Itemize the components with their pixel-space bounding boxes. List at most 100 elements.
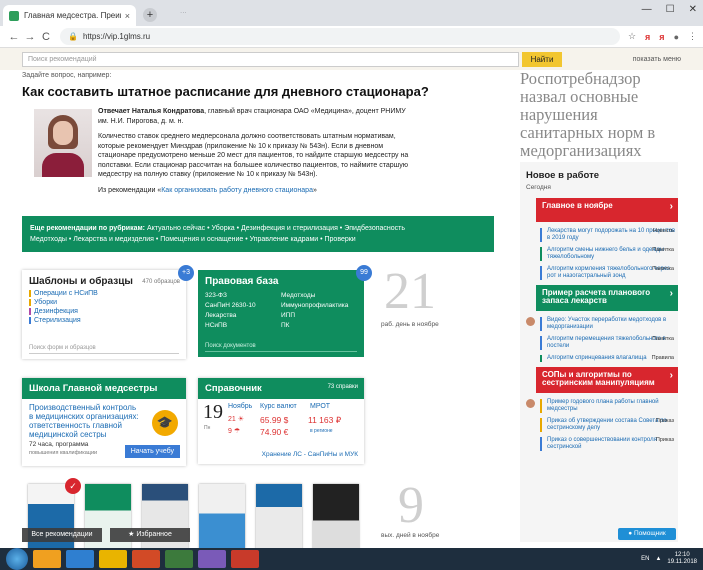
- magazine-cover[interactable]: [313, 484, 359, 550]
- template-item[interactable]: Стерилизация: [29, 317, 179, 324]
- clock[interactable]: 12:10 19.11.2018: [667, 552, 697, 566]
- chevron-right-icon: ›: [669, 370, 673, 381]
- rubrics-line-2[interactable]: Медотходы • Лекарства и медизделия • Пом…: [30, 236, 356, 243]
- blurred-tab-strip: ...: [180, 6, 187, 15]
- taskbar-app-icon[interactable]: [198, 550, 226, 568]
- bookmark-star-icon[interactable]: ☆: [628, 31, 636, 42]
- magazine-cover[interactable]: [256, 484, 302, 550]
- news-item[interactable]: Алгоритм смены нижнего белья и одежды тя…: [540, 247, 678, 261]
- extensions-area: ☆ я я ● ⋮: [628, 31, 697, 42]
- taskbar-ie-icon[interactable]: [66, 550, 94, 568]
- school-card[interactable]: Школа Главной медсестры Производственный…: [22, 378, 186, 466]
- magazine-cover[interactable]: [199, 484, 245, 550]
- law-item[interactable]: СанПиН 2630-10: [205, 302, 281, 309]
- favorites-button[interactable]: ★ Избранное: [110, 528, 190, 542]
- news-item[interactable]: Пример годового плана работы главной мед…: [526, 399, 678, 413]
- news-item[interactable]: Алгоритм перемещения тяжелобольного в по…: [540, 336, 678, 350]
- new-tab-button[interactable]: +: [143, 8, 157, 22]
- taskbar-chrome-icon[interactable]: [33, 550, 61, 568]
- taskbar-media-icon[interactable]: [132, 550, 160, 568]
- back-icon[interactable]: ←: [6, 31, 22, 43]
- windows-start-icon[interactable]: [6, 548, 28, 570]
- reference-card[interactable]: Справочник 73 справки 19 Пн Ноябрь 21 ☀ …: [198, 378, 364, 464]
- news-item[interactable]: Лекарства могут подорожать на 10 процент…: [540, 228, 678, 242]
- mrot-region-link[interactable]: в регионе: [310, 428, 333, 434]
- tab-title: Главная медсестра. Преимуществ: [24, 11, 121, 20]
- mrot-label[interactable]: МРОТ: [310, 403, 330, 410]
- chevron-right-icon: ›: [669, 288, 673, 299]
- law-item[interactable]: ИПП: [281, 312, 357, 319]
- address-bar: ← → C 🔒 https://vip.1glms.ru ☆ я я ● ⋮: [0, 26, 703, 48]
- featured-headline[interactable]: Роспотребнадзор назвал основные нарушени…: [520, 70, 680, 160]
- law-base-card[interactable]: Правовая база 323-ФЗ Медотходы СанПиН 26…: [198, 270, 364, 357]
- author-avatar: [526, 317, 535, 326]
- minimize-icon[interactable]: —: [642, 4, 652, 15]
- reference-link[interactable]: Хранение ЛС - СанПиНы и МУК: [262, 451, 358, 458]
- show-menu-link[interactable]: показать меню: [633, 56, 681, 63]
- law-item[interactable]: ПК: [281, 322, 357, 329]
- news-item[interactable]: Приказ о совершенствовании контроля сест…: [540, 437, 678, 451]
- rubrics-label: Еще рекомендации по рубрикам:: [30, 225, 146, 232]
- answer-body: Количество ставок среднего медперсонала …: [98, 133, 409, 178]
- window-controls: — ☐ ✕: [642, 4, 697, 15]
- template-item[interactable]: Уборки: [29, 299, 179, 306]
- main-in-november-banner[interactable]: Главное в ноябре ›: [536, 198, 678, 222]
- news-item[interactable]: Видео: Участок переработки медотходов в …: [526, 317, 678, 331]
- assistant-button[interactable]: ● Помощник: [618, 528, 676, 540]
- network-icon[interactable]: ▲: [655, 556, 661, 562]
- taskbar-app-icon[interactable]: [165, 550, 193, 568]
- window-close-icon[interactable]: ✕: [689, 4, 697, 15]
- law-item[interactable]: Иммунопрофилактика: [281, 302, 357, 309]
- url-field[interactable]: 🔒 https://vip.1glms.ru: [60, 28, 620, 45]
- templates-new-badge: +3: [178, 265, 194, 281]
- main-question-section: Задайте вопрос, например: Как составить …: [22, 70, 494, 252]
- yandex-extension-icon[interactable]: я: [645, 32, 650, 42]
- profile-icon[interactable]: ●: [674, 32, 679, 42]
- stock-calculation-banner[interactable]: Пример расчета планового запаса лекарств…: [536, 285, 678, 311]
- reload-icon[interactable]: C: [38, 31, 54, 43]
- taskbar-explorer-icon[interactable]: [99, 550, 127, 568]
- school-title[interactable]: Школа Главной медсестры: [22, 378, 186, 399]
- news-item[interactable]: Алгоритм кормления тяжелобольного через …: [540, 266, 678, 280]
- question-title[interactable]: Как составить штатное расписание для дне…: [22, 84, 494, 99]
- site-favicon-icon: [9, 10, 19, 21]
- forward-icon[interactable]: →: [22, 31, 38, 43]
- author-photo: [34, 109, 92, 177]
- templates-card[interactable]: Шаблоны и образцы 470 образцов Операции …: [22, 270, 186, 359]
- start-learning-button[interactable]: Начать учебу: [124, 445, 180, 458]
- mrot-value: 11 163 ₽: [308, 415, 342, 425]
- browser-tab[interactable]: Главная медсестра. Преимуществ ×: [3, 5, 136, 26]
- taskbar-app-icon[interactable]: [231, 550, 259, 568]
- language-indicator[interactable]: EN: [641, 556, 649, 562]
- banner-label: СОПы и алгоритмы по сестринским манипуля…: [542, 370, 655, 387]
- news-today-label: Сегодня: [526, 184, 551, 191]
- law-item[interactable]: 323-ФЗ: [205, 292, 281, 299]
- documents-search-input[interactable]: Поиск документов: [205, 343, 357, 352]
- law-item[interactable]: Медотходы: [281, 292, 357, 299]
- template-item[interactable]: Дезинфекция: [29, 308, 179, 315]
- browser-tab-bar: Главная медсестра. Преимуществ × + ... —…: [0, 0, 703, 26]
- law-item[interactable]: НСиПВ: [205, 322, 281, 329]
- school-course-description[interactable]: Производственный контроль в медицинских …: [22, 399, 147, 439]
- template-item[interactable]: Операции с НСиПВ: [29, 290, 179, 297]
- rubrics-line-1[interactable]: Актуально сейчас • Уборка • Дезинфекция …: [147, 225, 405, 232]
- currency-label[interactable]: Курс валют: [260, 403, 297, 410]
- source-link[interactable]: Как организовать работу дневного стацион…: [161, 187, 313, 194]
- templates-search-input[interactable]: Поиск форм и образцов: [29, 345, 179, 354]
- maximize-icon[interactable]: ☐: [666, 4, 675, 15]
- sop-banner[interactable]: СОПы и алгоритмы по сестринским манипуля…: [536, 367, 678, 393]
- news-item[interactable]: Приказ об утверждении состава Совета по …: [540, 418, 678, 432]
- find-button[interactable]: Найти: [522, 51, 562, 67]
- tab-close-icon[interactable]: ×: [125, 11, 130, 21]
- yandex-extension-icon-2[interactable]: я: [659, 32, 664, 42]
- source-prefix: Из рекомендации «: [98, 186, 162, 194]
- law-base-title[interactable]: Правовая база: [198, 270, 364, 290]
- law-item[interactable]: Лекарства: [205, 312, 281, 319]
- news-item[interactable]: Алгоритм спринцевания влагалища Правила: [540, 355, 678, 362]
- calendar-month[interactable]: Ноябрь: [228, 403, 252, 410]
- recommendation-search-input[interactable]: Поиск рекомендаций: [22, 51, 519, 67]
- answer-block: Отвечает Наталья Кондратова, главный вра…: [22, 105, 494, 231]
- browser-menu-icon[interactable]: ⋮: [688, 31, 697, 42]
- all-recommendations-button[interactable]: Все рекомендации: [22, 528, 102, 542]
- rubrics-band: Еще рекомендации по рубрикам: Актуально …: [22, 216, 494, 252]
